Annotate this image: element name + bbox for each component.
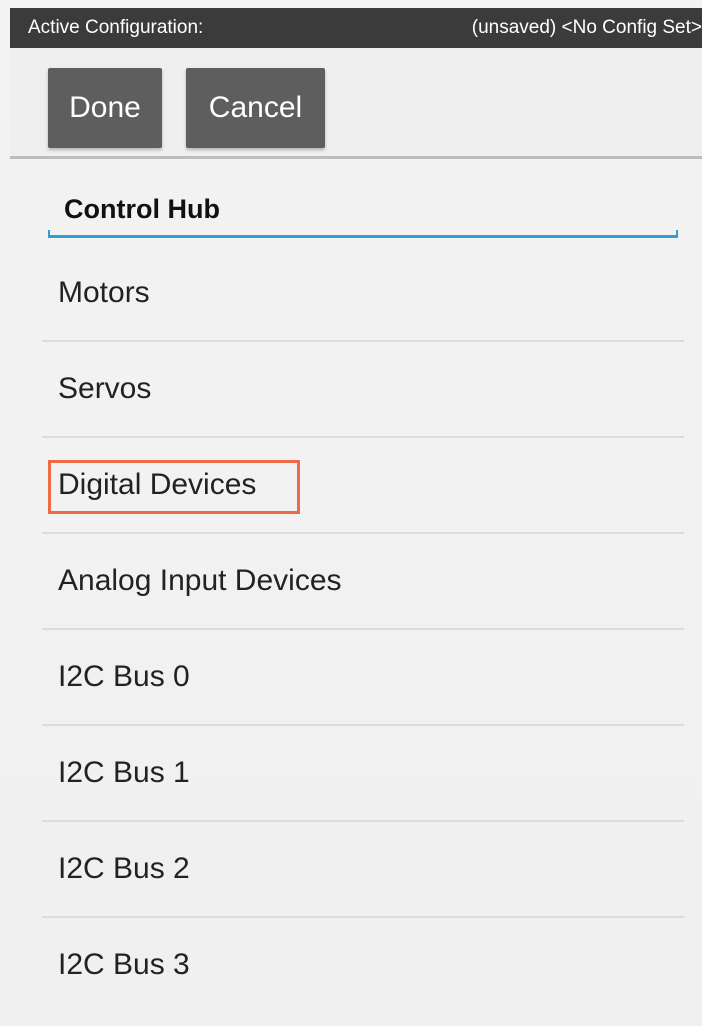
list-item-label: Motors bbox=[58, 276, 150, 309]
list-item-label: I2C Bus 3 bbox=[58, 948, 190, 981]
config-editor-screen: Active Configuration: (unsaved) <No Conf… bbox=[0, 0, 702, 1026]
hub-name-text: Control Hub bbox=[64, 194, 220, 224]
list-item-servos[interactable]: Servos bbox=[42, 342, 684, 438]
toolbar: Done Cancel bbox=[10, 48, 702, 159]
list-item-i2c-bus-0[interactable]: I2C Bus 0 bbox=[42, 630, 684, 726]
list-item-label: Servos bbox=[58, 372, 152, 405]
active-configuration-label: Active Configuration: bbox=[28, 17, 204, 38]
list-item-i2c-bus-1[interactable]: I2C Bus 1 bbox=[42, 726, 684, 822]
list-item-analog-input-devices[interactable]: Analog Input Devices bbox=[42, 534, 684, 630]
active-configuration-bar: Active Configuration: (unsaved) <No Conf… bbox=[10, 8, 702, 48]
cancel-button[interactable]: Cancel bbox=[186, 68, 325, 148]
active-configuration-value: (unsaved) <No Config Set> bbox=[471, 17, 702, 38]
list-item-i2c-bus-3[interactable]: I2C Bus 3 bbox=[42, 918, 684, 1014]
list-item-i2c-bus-2[interactable]: I2C Bus 2 bbox=[42, 822, 684, 918]
list-item-label: Digital Devices bbox=[58, 468, 257, 501]
list-item-label: I2C Bus 0 bbox=[58, 660, 190, 693]
list-item-motors[interactable]: Motors bbox=[42, 246, 684, 342]
list-item-digital-devices[interactable]: Digital Devices bbox=[42, 438, 684, 534]
list-item-label: Analog Input Devices bbox=[58, 564, 342, 597]
device-category-list: Motors Servos Digital Devices Analog Inp… bbox=[42, 246, 684, 1014]
list-item-label: I2C Bus 1 bbox=[58, 756, 190, 789]
done-button[interactable]: Done bbox=[48, 68, 162, 148]
hub-name-field[interactable]: Control Hub bbox=[48, 180, 678, 238]
list-item-label: I2C Bus 2 bbox=[58, 852, 190, 885]
